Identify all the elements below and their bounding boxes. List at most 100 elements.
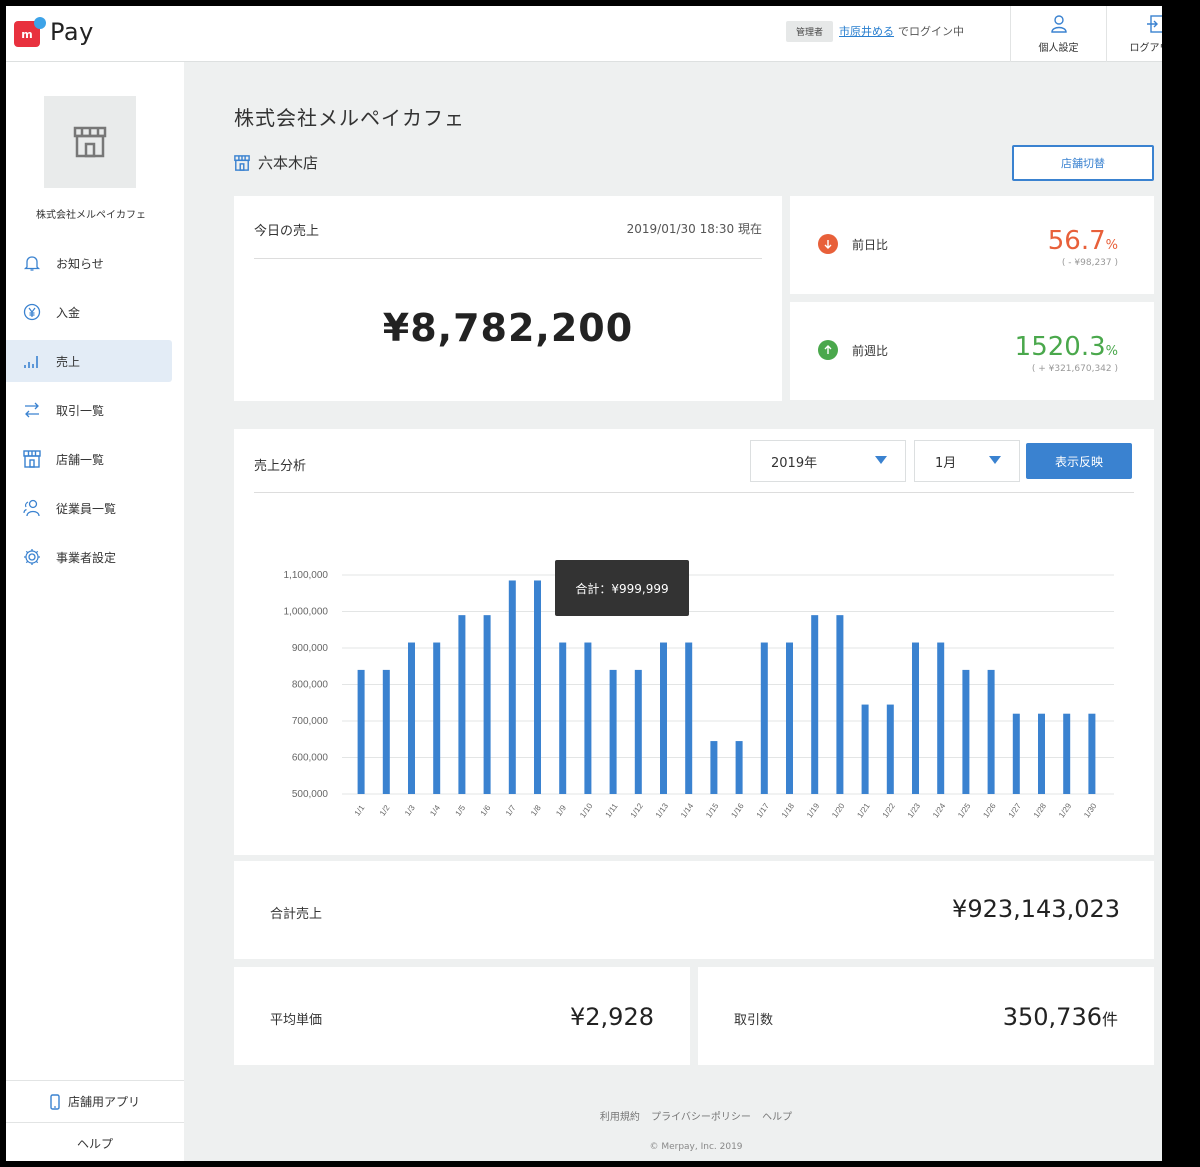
- sidebar-item-label: 事業者設定: [56, 550, 117, 565]
- bar: [861, 704, 869, 794]
- merpay-logo[interactable]: m Pay: [14, 14, 94, 50]
- sidebar: 株式会社メルペイカフェ お知らせ 入金 売上 取引一覧 店舗一覧 従業員一覧 事…: [6, 62, 184, 1161]
- bar: [987, 669, 995, 794]
- month-select[interactable]: 1月: [914, 440, 1020, 482]
- year-select-value: 2019年: [771, 455, 818, 471]
- bar-chart-icon: [22, 351, 42, 371]
- x-tick-label: 1/30: [1082, 801, 1099, 819]
- x-tick-label: 1/6: [479, 803, 493, 818]
- x-tick-label: 1/1: [353, 803, 367, 818]
- x-tick-label: 1/22: [881, 801, 898, 819]
- logo-text: Pay: [50, 18, 94, 46]
- store-icon: [22, 449, 42, 469]
- bar: [937, 642, 945, 794]
- month-select-value: 1月: [935, 455, 957, 471]
- y-tick-label: 900,000: [292, 643, 329, 654]
- divider: [254, 258, 762, 259]
- x-tick-label: 1/5: [453, 803, 467, 818]
- x-tick-label: 1/7: [504, 803, 518, 818]
- person-icon: [1050, 14, 1067, 33]
- bar: [660, 642, 667, 794]
- bar: [433, 642, 441, 794]
- bell-icon: [22, 253, 42, 273]
- bar: [811, 615, 819, 794]
- sidebar-item-notices[interactable]: お知らせ: [6, 242, 172, 284]
- today-sales-label: 今日の売上: [254, 224, 320, 239]
- x-tick-label: 1/28: [1032, 801, 1049, 819]
- sidebar-item-label: 取引一覧: [56, 403, 105, 418]
- week-over-week-value: 1520.3%: [1014, 332, 1118, 362]
- arrow-down-icon: [818, 234, 838, 254]
- arrow-up-icon: [818, 340, 838, 360]
- people-icon: [22, 498, 42, 518]
- bar: [534, 580, 541, 794]
- bar: [710, 741, 718, 794]
- store-name: 株式会社メルペイカフェ: [36, 210, 146, 221]
- sidebar-item-deposits[interactable]: 入金: [6, 291, 172, 333]
- sales-analysis-card: 売上分析 2019年 1月 表示反映 1,100,000 1,000,000 900…: [234, 429, 1154, 855]
- privacy-link[interactable]: プライバシーポリシー: [651, 1112, 751, 1123]
- apply-filter-button[interactable]: 表示反映: [1026, 443, 1132, 479]
- x-tick-label: 1/18: [780, 801, 797, 819]
- switch-store-button[interactable]: 店舗切替: [1012, 145, 1154, 181]
- sidebar-item-stores[interactable]: 店舗一覧: [6, 438, 172, 480]
- x-tick-label: 1/15: [704, 801, 721, 819]
- average-price-label: 平均単価: [270, 1013, 323, 1028]
- x-tick-label: 1/4: [428, 803, 442, 818]
- bar: [458, 615, 466, 794]
- logout-icon: [1146, 14, 1162, 33]
- y-tick-label: 600,000: [292, 753, 329, 764]
- total-sales-card: 合計売上 ¥923,143,023: [234, 861, 1154, 959]
- sidebar-item-staff[interactable]: 従業員一覧: [6, 487, 172, 529]
- bar: [609, 669, 617, 794]
- footer-help-link[interactable]: ヘルプ: [762, 1112, 792, 1123]
- logout-button[interactable]: ログアウト: [1106, 6, 1162, 62]
- bar: [735, 741, 743, 794]
- y-tick-label: 500,000: [292, 789, 329, 800]
- average-price-value: ¥2,928: [570, 1003, 654, 1031]
- week-over-week-label: 前週比: [852, 344, 889, 358]
- sidebar-item-label: 店舗一覧: [56, 452, 105, 467]
- x-tick-label: 1/26: [981, 801, 998, 819]
- bar: [634, 669, 642, 794]
- profile-settings-button[interactable]: 個人設定: [1010, 6, 1106, 62]
- x-tick-label: 1/21: [855, 801, 872, 819]
- sidebar-item-transactions[interactable]: 取引一覧: [6, 389, 172, 431]
- sales-bar-chart: 1,100,000 1,000,000 900,000 800,000 700,000 6…: [284, 570, 1114, 820]
- x-tick-label: 1/19: [805, 801, 822, 819]
- bar: [912, 642, 919, 794]
- branch-label: 六本木店: [258, 154, 319, 172]
- bar: [508, 580, 516, 794]
- today-sales-amount: ¥8,782,200: [382, 306, 634, 350]
- transfer-icon: [22, 400, 42, 420]
- x-tick-label: 1/12: [629, 801, 646, 819]
- bar: [886, 704, 894, 794]
- transaction-count-card: 取引数 350,736件: [698, 967, 1154, 1065]
- top-header: m Pay 管理者 市原井める でログイン中 個人設定 ログアウト: [6, 6, 1162, 62]
- x-tick-label: 1/20: [830, 801, 847, 819]
- x-tick-label: 1/14: [679, 801, 696, 819]
- sidebar-item-label: 従業員一覧: [56, 501, 117, 516]
- bar: [584, 642, 592, 794]
- logout-label: ログアウト: [1129, 42, 1163, 54]
- user-name-link[interactable]: 市原井める: [839, 23, 894, 39]
- today-sales-card: 今日の売上 2019/01/30 18:30 現在 ¥8,782,200: [234, 196, 782, 401]
- store-icon: [73, 126, 107, 158]
- bar: [962, 669, 970, 794]
- transaction-count-value: 350,736件: [1002, 1003, 1118, 1031]
- y-tick-label: 700,000: [292, 716, 329, 727]
- terms-link[interactable]: 利用規約: [600, 1112, 640, 1123]
- sidebar-item-business-settings[interactable]: 事業者設定: [6, 536, 172, 578]
- copyright: © Merpay, Inc. 2019: [649, 1142, 743, 1152]
- caret-down-icon: [989, 456, 1001, 464]
- day-over-day-card: 前日比 56.7% ( - ¥98,237 ): [790, 196, 1154, 294]
- y-tick-label: 1,100,000: [284, 570, 329, 581]
- bar: [685, 642, 693, 794]
- chart-tooltip: 合計：¥999,999: [555, 560, 689, 616]
- sidebar-item-sales[interactable]: 売上: [6, 340, 172, 382]
- total-sales-label: 合計売上: [270, 907, 323, 922]
- bar: [760, 642, 768, 794]
- page-title: 株式会社メルペイカフェ: [234, 106, 465, 130]
- bar: [786, 642, 793, 794]
- year-select[interactable]: 2019年: [750, 440, 906, 482]
